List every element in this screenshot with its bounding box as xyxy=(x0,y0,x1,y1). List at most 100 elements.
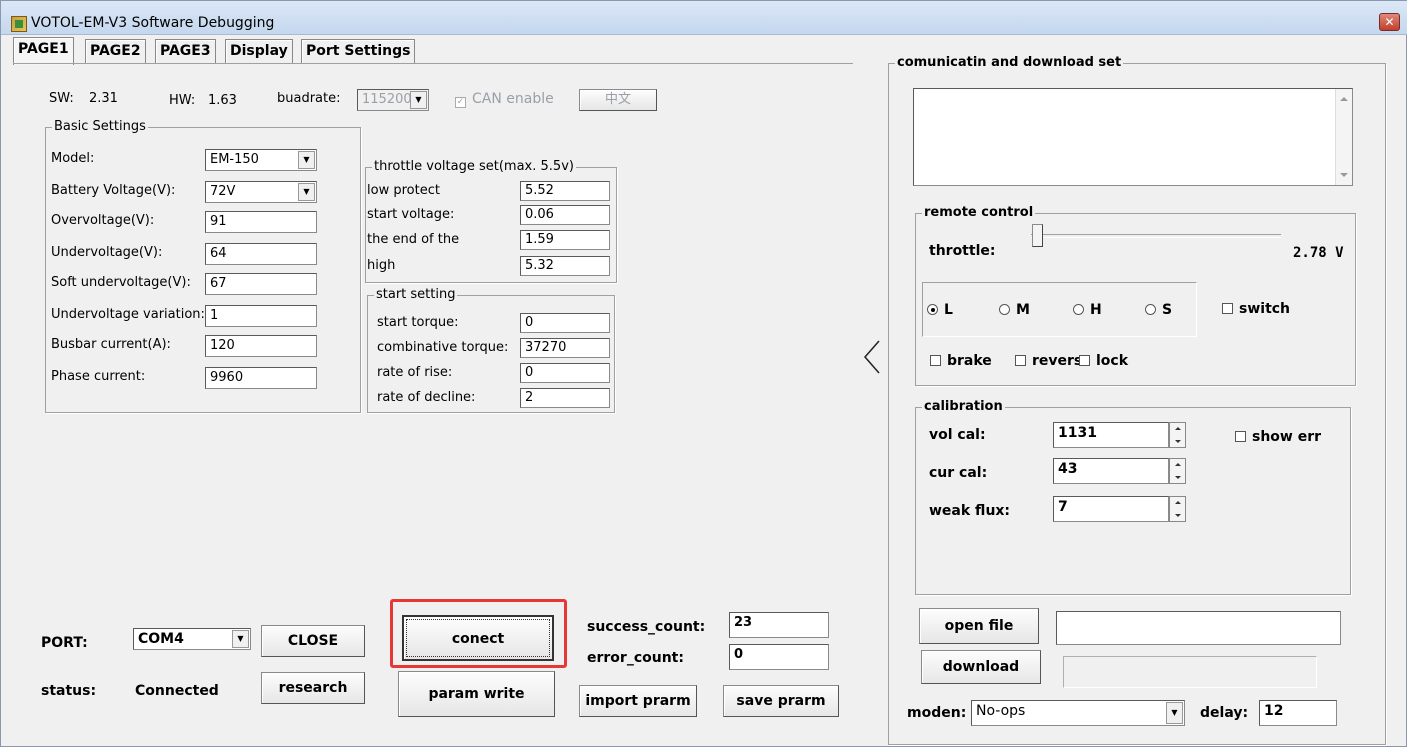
sw-label: SW: xyxy=(49,91,74,106)
throttle-voltage-title: throttle voltage set(max. 5.5v) xyxy=(372,159,576,174)
throttle-slider-track xyxy=(1031,234,1281,238)
busbar-current-field[interactable]: 120 xyxy=(205,335,317,357)
import-param-button[interactable]: import prarm xyxy=(579,685,697,717)
checkbox-icon xyxy=(1079,355,1090,366)
tab-page1[interactable]: PAGE1 xyxy=(13,37,74,65)
error-count-label: error_count: xyxy=(587,650,684,666)
sw-value: 2.31 xyxy=(89,91,118,106)
moden-label: moden: xyxy=(907,705,967,721)
model-label: Model: xyxy=(51,151,95,166)
phase-current-field[interactable]: 9960 xyxy=(205,367,317,389)
error-count-field[interactable]: 0 xyxy=(729,644,829,670)
success-count-label: success_count: xyxy=(587,619,706,635)
start-torque-field[interactable]: 0 xyxy=(520,313,610,333)
baudrate-label: buadrate: xyxy=(277,91,341,106)
hw-label: HW: xyxy=(169,93,196,108)
open-file-button[interactable]: open file xyxy=(919,608,1039,644)
weak-flux-label: weak flux: xyxy=(929,503,1011,519)
vol-cal-spinner[interactable] xyxy=(1169,422,1186,448)
combinative-torque-field[interactable]: 37270 xyxy=(520,338,610,358)
undervoltage-variation-label: Undervoltage variation: xyxy=(51,307,205,322)
download-progress-bar xyxy=(1063,656,1317,688)
download-button[interactable]: download xyxy=(921,650,1041,684)
file-path-field[interactable] xyxy=(1056,611,1341,645)
throttle-slider-thumb[interactable] xyxy=(1032,224,1043,247)
high-field[interactable]: 5.32 xyxy=(520,256,610,276)
start-torque-label: start torque: xyxy=(377,315,459,330)
status-label: status: xyxy=(41,683,97,699)
status-value: Connected xyxy=(135,683,219,699)
success-count-field[interactable]: 23 xyxy=(729,612,829,638)
busbar-current-label: Busbar current(A): xyxy=(51,337,171,352)
chevron-down-icon: ▼ xyxy=(1166,702,1183,724)
lock-checkbox[interactable]: lock xyxy=(1079,353,1128,369)
undervoltage-variation-field[interactable]: 1 xyxy=(205,305,317,327)
weak-flux-spinner[interactable] xyxy=(1169,496,1186,522)
low-protect-label: low protect xyxy=(367,183,440,198)
moden-select[interactable]: No-ops ▼ xyxy=(971,700,1185,726)
research-button[interactable]: research xyxy=(261,672,365,704)
can-enable-checkbox[interactable]: ✓ CAN enable xyxy=(455,91,554,108)
end-voltage-label: the end of the xyxy=(367,232,460,247)
start-setting-title: start setting xyxy=(374,287,458,302)
battery-voltage-select[interactable]: 72V ▼ xyxy=(205,181,317,203)
communication-title: comunicatin and download set xyxy=(895,55,1124,70)
save-param-button[interactable]: save prarm xyxy=(723,685,839,717)
weak-flux-field[interactable]: 7 xyxy=(1053,496,1169,522)
chevron-left-icon[interactable] xyxy=(861,337,885,377)
log-textarea[interactable] xyxy=(913,88,1353,186)
radio-icon xyxy=(1073,304,1084,315)
low-protect-field[interactable]: 5.52 xyxy=(520,181,610,201)
mode-l-radio[interactable]: L xyxy=(927,302,953,318)
cur-cal-field[interactable]: 43 xyxy=(1053,458,1169,484)
vol-cal-label: vol cal: xyxy=(929,427,986,443)
language-button[interactable]: 中文 xyxy=(579,89,657,111)
phase-current-label: Phase current: xyxy=(51,369,146,384)
checkbox-icon xyxy=(1015,355,1026,366)
undervoltage-field[interactable]: 64 xyxy=(205,243,317,265)
brake-checkbox[interactable]: brake xyxy=(930,353,992,369)
combinative-torque-label: combinative torque: xyxy=(377,340,509,355)
cur-cal-label: cur cal: xyxy=(929,465,988,481)
close-port-button[interactable]: CLOSE xyxy=(261,625,365,657)
soft-undervoltage-field[interactable]: 67 xyxy=(205,273,317,295)
cur-cal-spinner[interactable] xyxy=(1169,458,1186,484)
model-select[interactable]: EM-150 ▼ xyxy=(205,149,317,171)
reverse-checkbox[interactable]: reverse xyxy=(1015,353,1081,369)
mode-s-radio[interactable]: S xyxy=(1145,302,1172,318)
param-write-button[interactable]: param write xyxy=(398,671,555,717)
port-select[interactable]: COM4 ▼ xyxy=(133,628,251,650)
rate-of-decline-field[interactable]: 2 xyxy=(520,388,610,408)
battery-voltage-label: Battery Voltage(V): xyxy=(51,183,176,198)
tab-display[interactable]: Display xyxy=(225,39,293,63)
rate-of-rise-label: rate of rise: xyxy=(377,365,453,380)
log-scrollbar[interactable] xyxy=(1335,89,1352,185)
delay-field[interactable]: 12 xyxy=(1259,700,1337,726)
scroll-down-icon[interactable] xyxy=(1340,173,1348,177)
scroll-up-icon[interactable] xyxy=(1340,97,1348,101)
delay-label: delay: xyxy=(1200,705,1249,721)
tab-page2[interactable]: PAGE2 xyxy=(85,39,146,63)
chevron-down-icon: ▼ xyxy=(298,183,315,201)
switch-checkbox[interactable]: switch xyxy=(1222,301,1290,317)
throttle-value: 2.78 V xyxy=(1293,245,1344,261)
end-voltage-field[interactable]: 1.59 xyxy=(520,230,610,250)
vol-cal-field[interactable]: 1131 xyxy=(1053,422,1169,448)
port-label: PORT: xyxy=(41,635,88,651)
rate-of-decline-label: rate of decline: xyxy=(377,390,476,405)
close-window-button[interactable]: ✕ xyxy=(1379,13,1400,31)
radio-icon xyxy=(1145,304,1156,315)
mode-m-radio[interactable]: M xyxy=(999,302,1030,318)
show-err-checkbox[interactable]: show err xyxy=(1235,429,1321,445)
rate-of-rise-field[interactable]: 0 xyxy=(520,363,610,383)
baudrate-select[interactable]: 115200 ▼ xyxy=(357,89,429,111)
tab-port-settings[interactable]: Port Settings xyxy=(301,39,416,63)
high-label: high xyxy=(367,258,396,273)
checkbox-icon xyxy=(1235,431,1246,442)
mode-h-radio[interactable]: H xyxy=(1073,302,1102,318)
radio-icon xyxy=(999,304,1010,315)
start-voltage-field[interactable]: 0.06 xyxy=(520,205,610,225)
overvoltage-field[interactable]: 91 xyxy=(205,211,317,233)
tab-page3[interactable]: PAGE3 xyxy=(155,39,216,63)
connect-button[interactable]: conect xyxy=(402,615,554,661)
